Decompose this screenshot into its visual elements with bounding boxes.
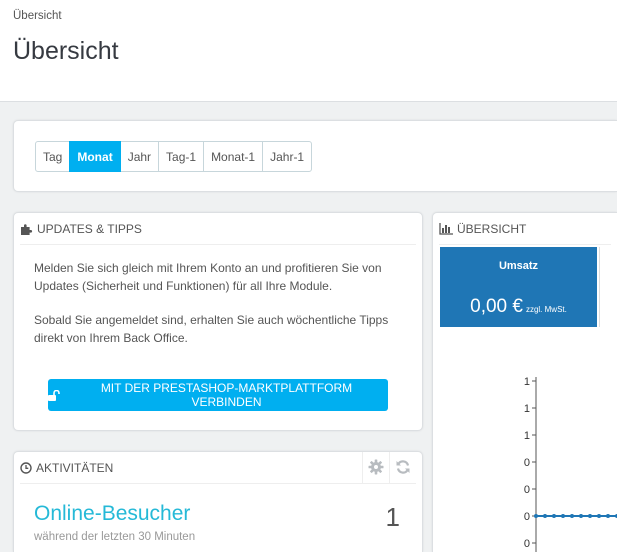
refresh-icon <box>395 459 411 478</box>
clock-icon <box>20 461 32 474</box>
kpi-sales-value: 0,00 € zzgl. MwSt. <box>440 296 597 318</box>
chart-point <box>588 514 592 518</box>
period-button-jahr[interactable]: Jahr <box>119 141 160 172</box>
chart-y-tick-label: 0 <box>524 484 530 496</box>
period-button-monat-1[interactable]: Monat-1 <box>203 141 264 172</box>
updates-text-login: Melden Sie sich gleich mit Ihrem Konto a… <box>34 261 382 293</box>
kpi-sales-amount: 0,00 € <box>470 296 523 317</box>
date-filter-panel: Tag Monat Jahr Tag-1 Monat-1 Jahr-1 <box>13 120 617 192</box>
period-button-tag[interactable]: Tag <box>35 141 71 172</box>
overview-panel: Übersicht Umsatz 0,00 € zzgl. MwSt. 1 1 1 0 0… <box>432 212 617 552</box>
chart-y-tick-label: 1 <box>524 403 530 415</box>
kpi-next[interactable] <box>599 247 617 327</box>
kpi-sales-label: Umsatz <box>498 260 539 272</box>
unlock-icon <box>48 389 60 401</box>
kpi-sales[interactable]: Umsatz 0,00 € zzgl. MwSt. <box>440 247 597 327</box>
chart-point <box>570 514 574 518</box>
chart-point <box>534 514 538 518</box>
period-button-group: Tag Monat Jahr Tag-1 Monat-1 Jahr-1 <box>35 141 313 172</box>
kpi-sales-tax: zzgl. MwSt. <box>525 305 567 314</box>
online-visitors-subtitle: während der letzten 30 Minuten <box>34 531 196 543</box>
page-header: Übersicht Übersicht <box>0 0 617 102</box>
gear-icon <box>368 459 384 478</box>
puzzle-icon <box>20 223 33 235</box>
overview-chart: 1 1 1 0 0 0 0 <box>524 376 617 552</box>
chart-y-tick-label: 0 <box>524 511 530 523</box>
chart-point <box>552 514 556 518</box>
activity-tools <box>362 452 416 484</box>
updates-title: Updates & Tipps <box>37 221 142 236</box>
online-visitors-link[interactable]: Online-Besucher <box>34 502 190 526</box>
activity-refresh-button[interactable] <box>389 452 416 484</box>
updates-heading: Updates & Tipps <box>20 213 416 245</box>
breadcrumb[interactable]: Übersicht <box>13 10 62 22</box>
activity-heading: Aktivitäten <box>20 452 416 484</box>
chart-y-tick-label: 1 <box>524 430 530 442</box>
chart-y-tick-label: 1 <box>524 376 530 388</box>
chart-y-tick-label: 0 <box>524 457 530 469</box>
chart-point <box>597 514 601 518</box>
activity-settings-button[interactable] <box>362 452 389 484</box>
period-button-jahr-1[interactable]: Jahr-1 <box>262 141 313 172</box>
updates-text-tips: Sobald Sie angemeldet sind, erhalten Sie… <box>34 313 389 345</box>
overview-title: Übersicht <box>457 221 527 236</box>
online-visitors-count: 1 <box>385 502 400 532</box>
chart-point <box>606 514 610 518</box>
overview-heading: Übersicht <box>439 213 611 245</box>
chart-point <box>579 514 583 518</box>
chart-point <box>561 514 565 518</box>
activity-title: Aktivitäten <box>36 460 114 475</box>
page-title: Übersicht <box>13 37 119 65</box>
period-button-monat[interactable]: Monat <box>69 141 121 172</box>
connect-button-label: Mit der PrestaShop-Marktplattform verbin… <box>100 381 353 409</box>
chart-point <box>543 514 547 518</box>
updates-panel: Updates & Tipps Melden Sie sich gleich m… <box>13 212 423 431</box>
bar-chart-icon <box>439 222 453 235</box>
activity-panel: Aktivitäten Online-Besucher während der … <box>13 451 423 552</box>
chart-y-tick-label: 0 <box>524 538 530 550</box>
connect-marketplace-button[interactable]: Mit der PrestaShop-Marktplattform verbin… <box>48 379 388 411</box>
updates-text: Melden Sie sich gleich mit Ihrem Konto a… <box>34 260 414 347</box>
period-button-tag-1[interactable]: Tag-1 <box>158 141 205 172</box>
